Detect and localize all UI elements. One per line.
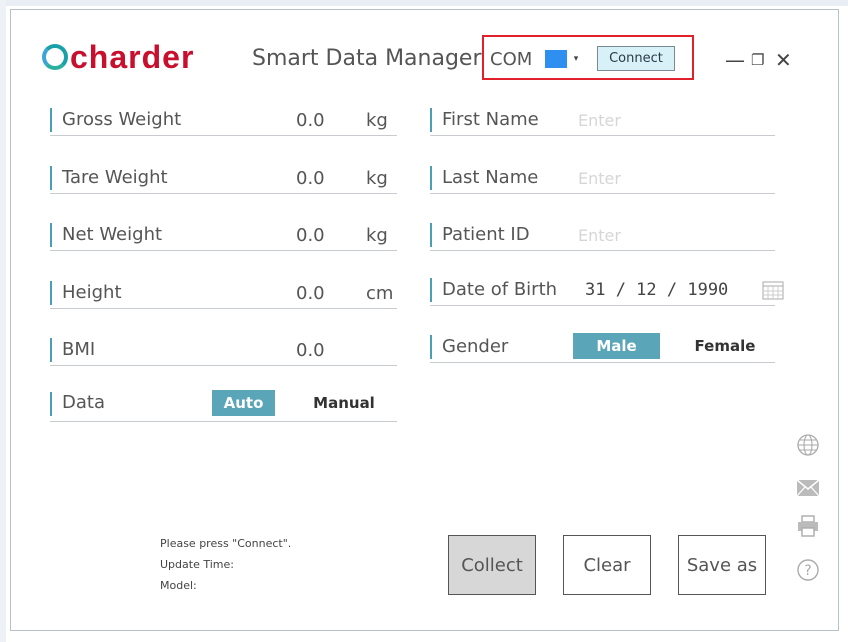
field-accent-bar (430, 223, 432, 247)
height-field: Height 0.0 cm (50, 279, 397, 309)
female-toggle-button[interactable]: Female (686, 333, 764, 359)
last-name-field[interactable]: Last Name Enter (430, 164, 775, 194)
app-title: Smart Data Manager (252, 46, 482, 71)
patient-id-label: Patient ID (442, 224, 530, 245)
patient-id-field[interactable]: Patient ID Enter (430, 221, 775, 251)
height-unit: cm (366, 283, 394, 304)
net-weight-label: Net Weight (62, 224, 163, 245)
help-icon[interactable]: ? (796, 558, 820, 582)
first-name-input[interactable]: Enter (578, 111, 621, 130)
globe-icon[interactable] (796, 433, 820, 457)
gender-label: Gender (442, 336, 509, 357)
tare-weight-label: Tare Weight (62, 167, 168, 188)
gross-weight-value: 0.0 (296, 110, 325, 131)
bmi-value: 0.0 (296, 340, 325, 361)
gross-weight-label: Gross Weight (62, 109, 182, 130)
tare-weight-field: Tare Weight 0.0 kg (50, 164, 397, 194)
gross-weight-unit: kg (366, 110, 388, 131)
field-accent-bar (430, 278, 432, 302)
manual-toggle-button[interactable]: Manual (305, 390, 383, 416)
logo-text: charder (70, 38, 195, 75)
logo-ring-icon (42, 44, 68, 70)
patient-id-input[interactable]: Enter (578, 226, 621, 245)
outer-frame-top (0, 0, 848, 6)
field-accent-bar (430, 108, 432, 132)
height-label: Height (62, 282, 122, 303)
save-as-button[interactable]: Save as (678, 535, 766, 595)
com-port-value (545, 50, 567, 68)
outer-frame-left (0, 0, 6, 642)
clear-button[interactable]: Clear (563, 535, 651, 595)
auto-toggle-button[interactable]: Auto (212, 390, 275, 416)
data-mode-label: Data (62, 392, 105, 413)
tare-weight-value: 0.0 (296, 168, 325, 189)
first-name-field[interactable]: First Name Enter (430, 106, 775, 136)
last-name-input[interactable]: Enter (578, 169, 621, 188)
field-accent-bar (50, 166, 52, 190)
field-accent-bar (430, 335, 432, 359)
bmi-field: BMI 0.0 (50, 336, 397, 366)
net-weight-unit: kg (366, 225, 388, 246)
field-accent-bar (50, 392, 52, 416)
height-value: 0.0 (296, 283, 325, 304)
field-accent-bar (50, 108, 52, 132)
last-name-label: Last Name (442, 167, 539, 188)
field-accent-bar (50, 338, 52, 362)
svg-text:?: ? (804, 563, 811, 579)
charder-logo: charder (42, 38, 194, 76)
model-label: Model: (160, 579, 197, 592)
chevron-down-icon[interactable]: ▾ (567, 50, 585, 68)
minimize-icon[interactable]: — (725, 48, 745, 72)
field-accent-bar (50, 223, 52, 247)
com-label: COM (490, 49, 533, 70)
calendar-icon[interactable] (762, 280, 784, 300)
tare-weight-unit: kg (366, 168, 388, 189)
first-name-label: First Name (442, 109, 539, 130)
gross-weight-field: Gross Weight 0.0 kg (50, 106, 397, 136)
collect-button[interactable]: Collect (448, 535, 536, 595)
mail-icon[interactable] (796, 476, 820, 500)
connect-button[interactable]: Connect (597, 46, 675, 71)
male-toggle-button[interactable]: Male (573, 333, 660, 359)
field-accent-bar (430, 166, 432, 190)
status-message: Please press "Connect". (160, 537, 292, 550)
dob-input[interactable]: 31 / 12 / 1990 (585, 280, 728, 300)
restore-icon[interactable]: ❐ (751, 51, 764, 69)
close-icon[interactable]: ✕ (775, 48, 792, 72)
dob-label: Date of Birth (442, 279, 558, 300)
net-weight-field: Net Weight 0.0 kg (50, 221, 397, 251)
net-weight-value: 0.0 (296, 225, 325, 246)
com-port-select[interactable]: ▾ (545, 50, 587, 68)
field-accent-bar (50, 281, 52, 305)
bmi-label: BMI (62, 339, 96, 360)
printer-icon[interactable] (796, 514, 820, 538)
update-time-label: Update Time: (160, 558, 234, 571)
